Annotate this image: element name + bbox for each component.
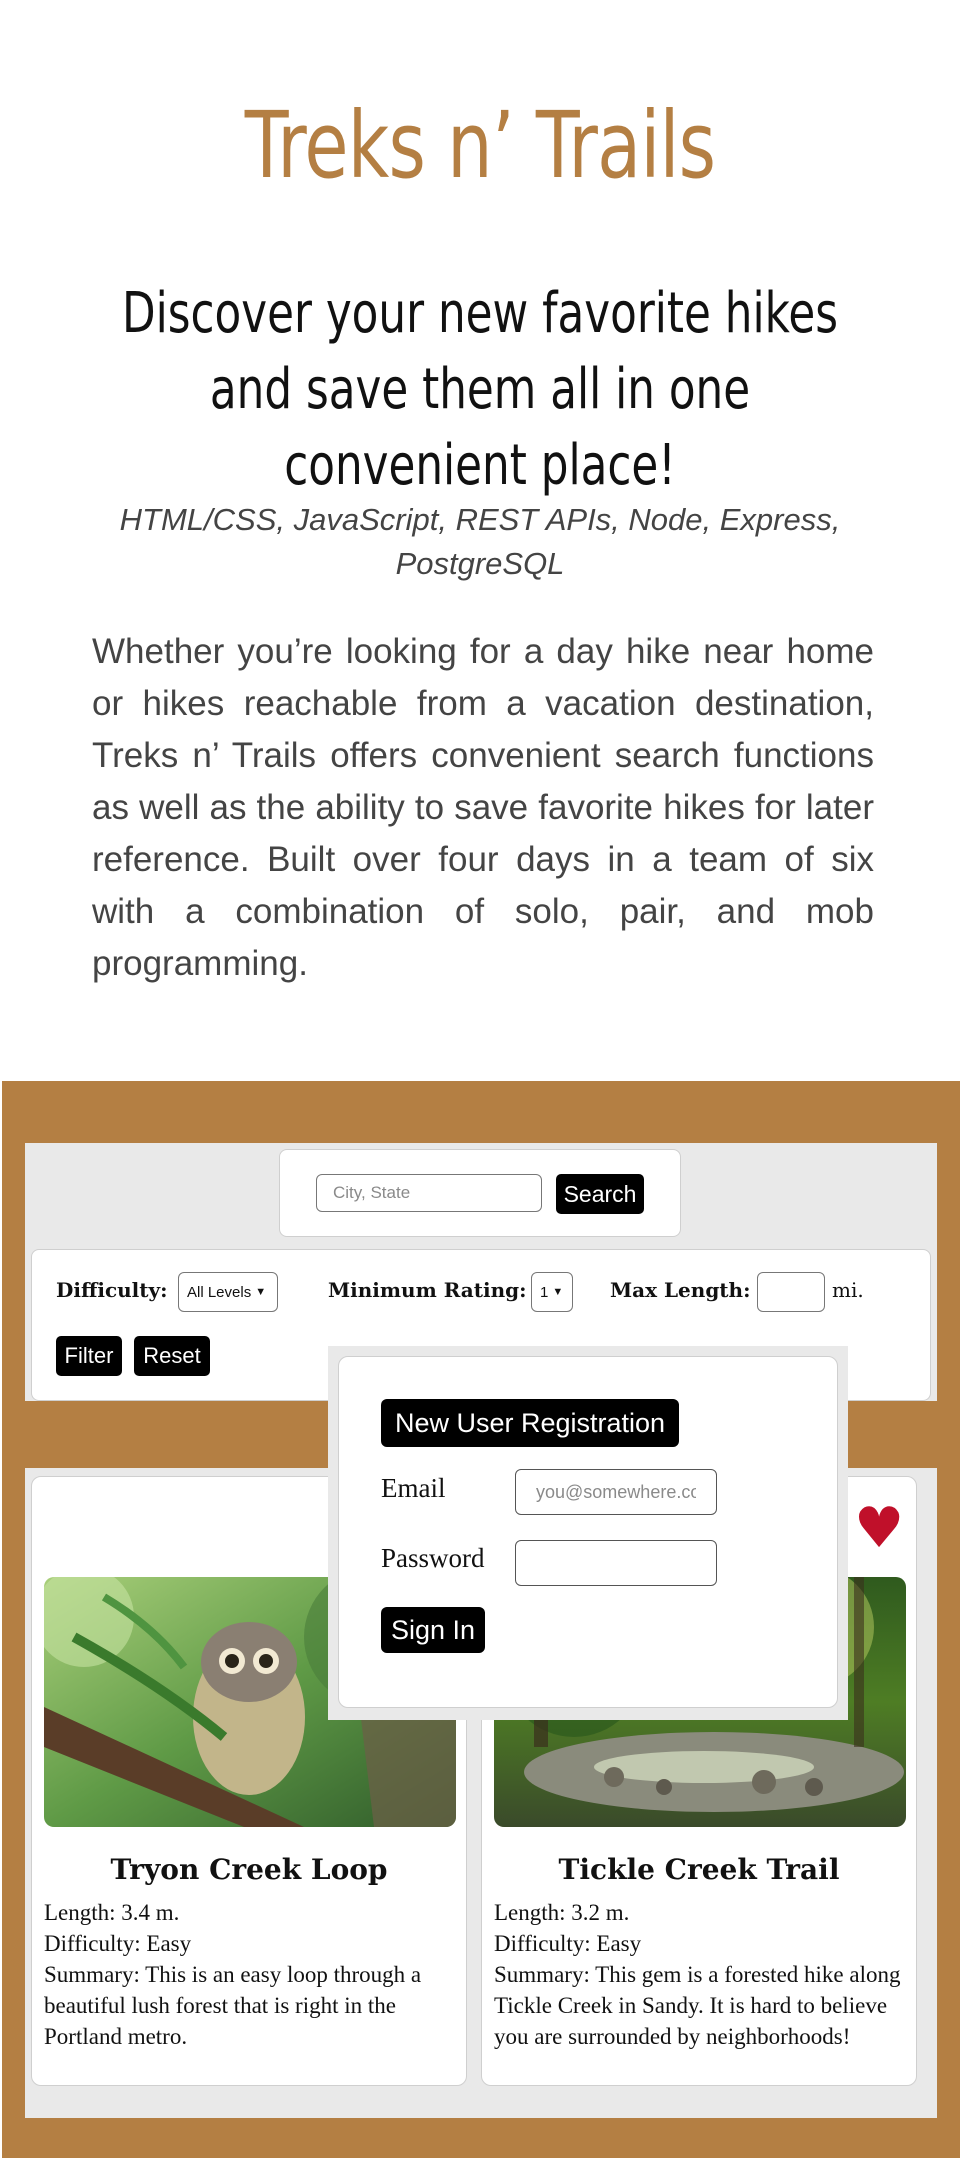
rating-label: Minimum Rating: — [328, 1278, 527, 1302]
reset-button[interactable]: Reset — [134, 1336, 210, 1376]
page-title: Treks n’ Trails — [244, 92, 716, 199]
login-form: New User Registration Email Password Sig… — [338, 1356, 838, 1708]
trail-length: Length: 3.4 m. — [44, 1900, 180, 1925]
chevron-down-icon: ▼ — [552, 1286, 564, 1298]
trail-length: Length: 3.2 m. — [494, 1900, 630, 1925]
trail-name: Tickle Creek Trail — [558, 1853, 840, 1886]
login-popup: New User Registration Email Password Sig… — [328, 1346, 848, 1720]
password-label: Password — [381, 1543, 485, 1573]
search-form: Search — [279, 1149, 681, 1237]
rating-select[interactable]: 1 ▼ — [531, 1272, 573, 1312]
length-label: Max Length: — [610, 1278, 751, 1302]
rating-value: 1 — [540, 1283, 549, 1301]
trail-details: Length: 3.4 m. Difficulty: Easy Summary:… — [44, 1897, 456, 2052]
email-label: Email — [381, 1473, 446, 1503]
tech-stack: HTML/CSS, JavaScript, REST APIs, Node, E… — [119, 502, 841, 581]
length-unit: mi. — [832, 1278, 864, 1302]
trail-name: Tryon Creek Loop — [110, 1853, 388, 1886]
tagline: Discover your new favorite hikes and sav… — [122, 281, 838, 498]
password-field[interactable] — [515, 1540, 717, 1586]
email-field[interactable] — [515, 1469, 717, 1515]
project-description: Whether you’re looking for a day hike ne… — [92, 632, 874, 983]
trail-details: Length: 3.2 m. Difficulty: Easy Summary:… — [494, 1897, 906, 2052]
max-length-input[interactable] — [757, 1272, 825, 1312]
trail-difficulty: Difficulty: Easy — [44, 1931, 192, 1956]
trail-summary: Summary: This is an easy loop through a … — [44, 1962, 422, 2049]
sign-in-button[interactable]: Sign In — [381, 1607, 485, 1653]
trail-summary: Summary: This gem is a forested hike alo… — [494, 1962, 901, 2049]
search-button[interactable]: Search — [556, 1174, 644, 1214]
difficulty-value: All Levels — [187, 1283, 252, 1301]
heart-icon[interactable]: ♥ — [854, 1501, 904, 1557]
trail-difficulty: Difficulty: Easy — [494, 1931, 642, 1956]
chevron-down-icon: ▼ — [255, 1286, 267, 1298]
difficulty-select[interactable]: All Levels ▼ — [178, 1272, 278, 1312]
search-input[interactable] — [316, 1174, 542, 1212]
filter-button[interactable]: Filter — [56, 1336, 122, 1376]
register-button[interactable]: New User Registration — [381, 1399, 679, 1447]
difficulty-label: Difficulty: — [56, 1278, 168, 1302]
